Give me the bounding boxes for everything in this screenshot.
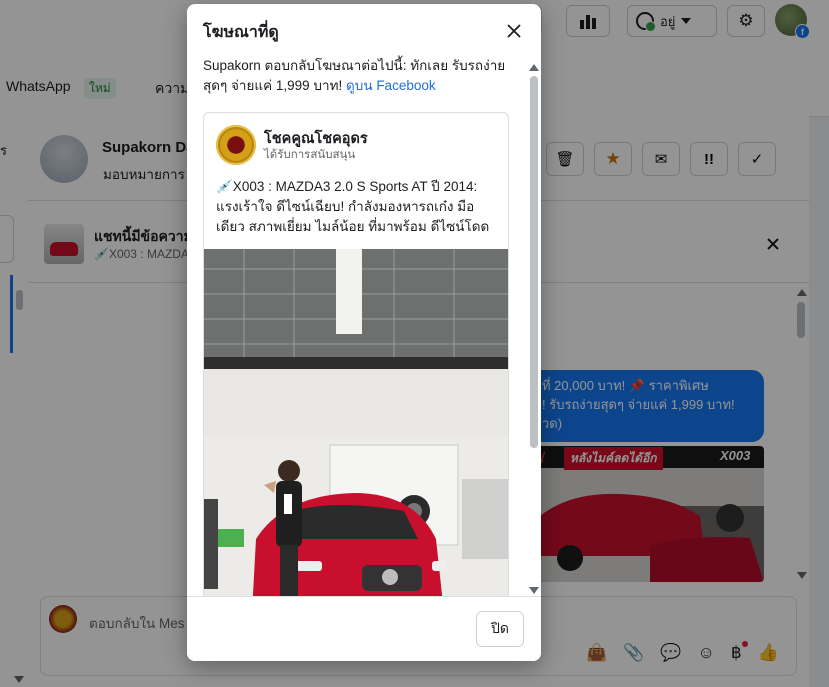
dialog-close-icon[interactable] [503, 20, 525, 42]
viewed-ad-dialog: โฆษณาที่ดู Supakorn ตอบกลับโฆษณาต่อไปนี้… [187, 4, 541, 661]
dialog-footer: ปิด [187, 596, 541, 661]
dialog-scrollbar[interactable] [529, 64, 539, 596]
scroll-down-arrow[interactable] [529, 587, 539, 594]
ad-text: 💉X003 : MAZDA3 2.0 S Sports AT ปี 2014: … [216, 179, 490, 234]
view-on-facebook-link[interactable]: ดูบน Facebook [346, 78, 436, 93]
close-button[interactable]: ปิด [476, 611, 524, 647]
sponsored-label: ได้รับการสนับสนุน [264, 149, 356, 161]
dialog-title: โฆษณาที่ดู [203, 24, 279, 41]
scroll-up-arrow[interactable] [529, 64, 539, 71]
ad-preview-card: โชคคูณโชคอุดร ได้รับการสนับสนุน 💉X003 : … [203, 112, 509, 612]
page-avatar[interactable] [216, 125, 256, 165]
dialog-description: Supakorn ตอบกลับโฆษณาต่อไปนี้: ทักเลย รั… [203, 56, 515, 96]
scrollbar-thumb[interactable] [530, 76, 538, 448]
ad-image[interactable] [204, 249, 508, 611]
